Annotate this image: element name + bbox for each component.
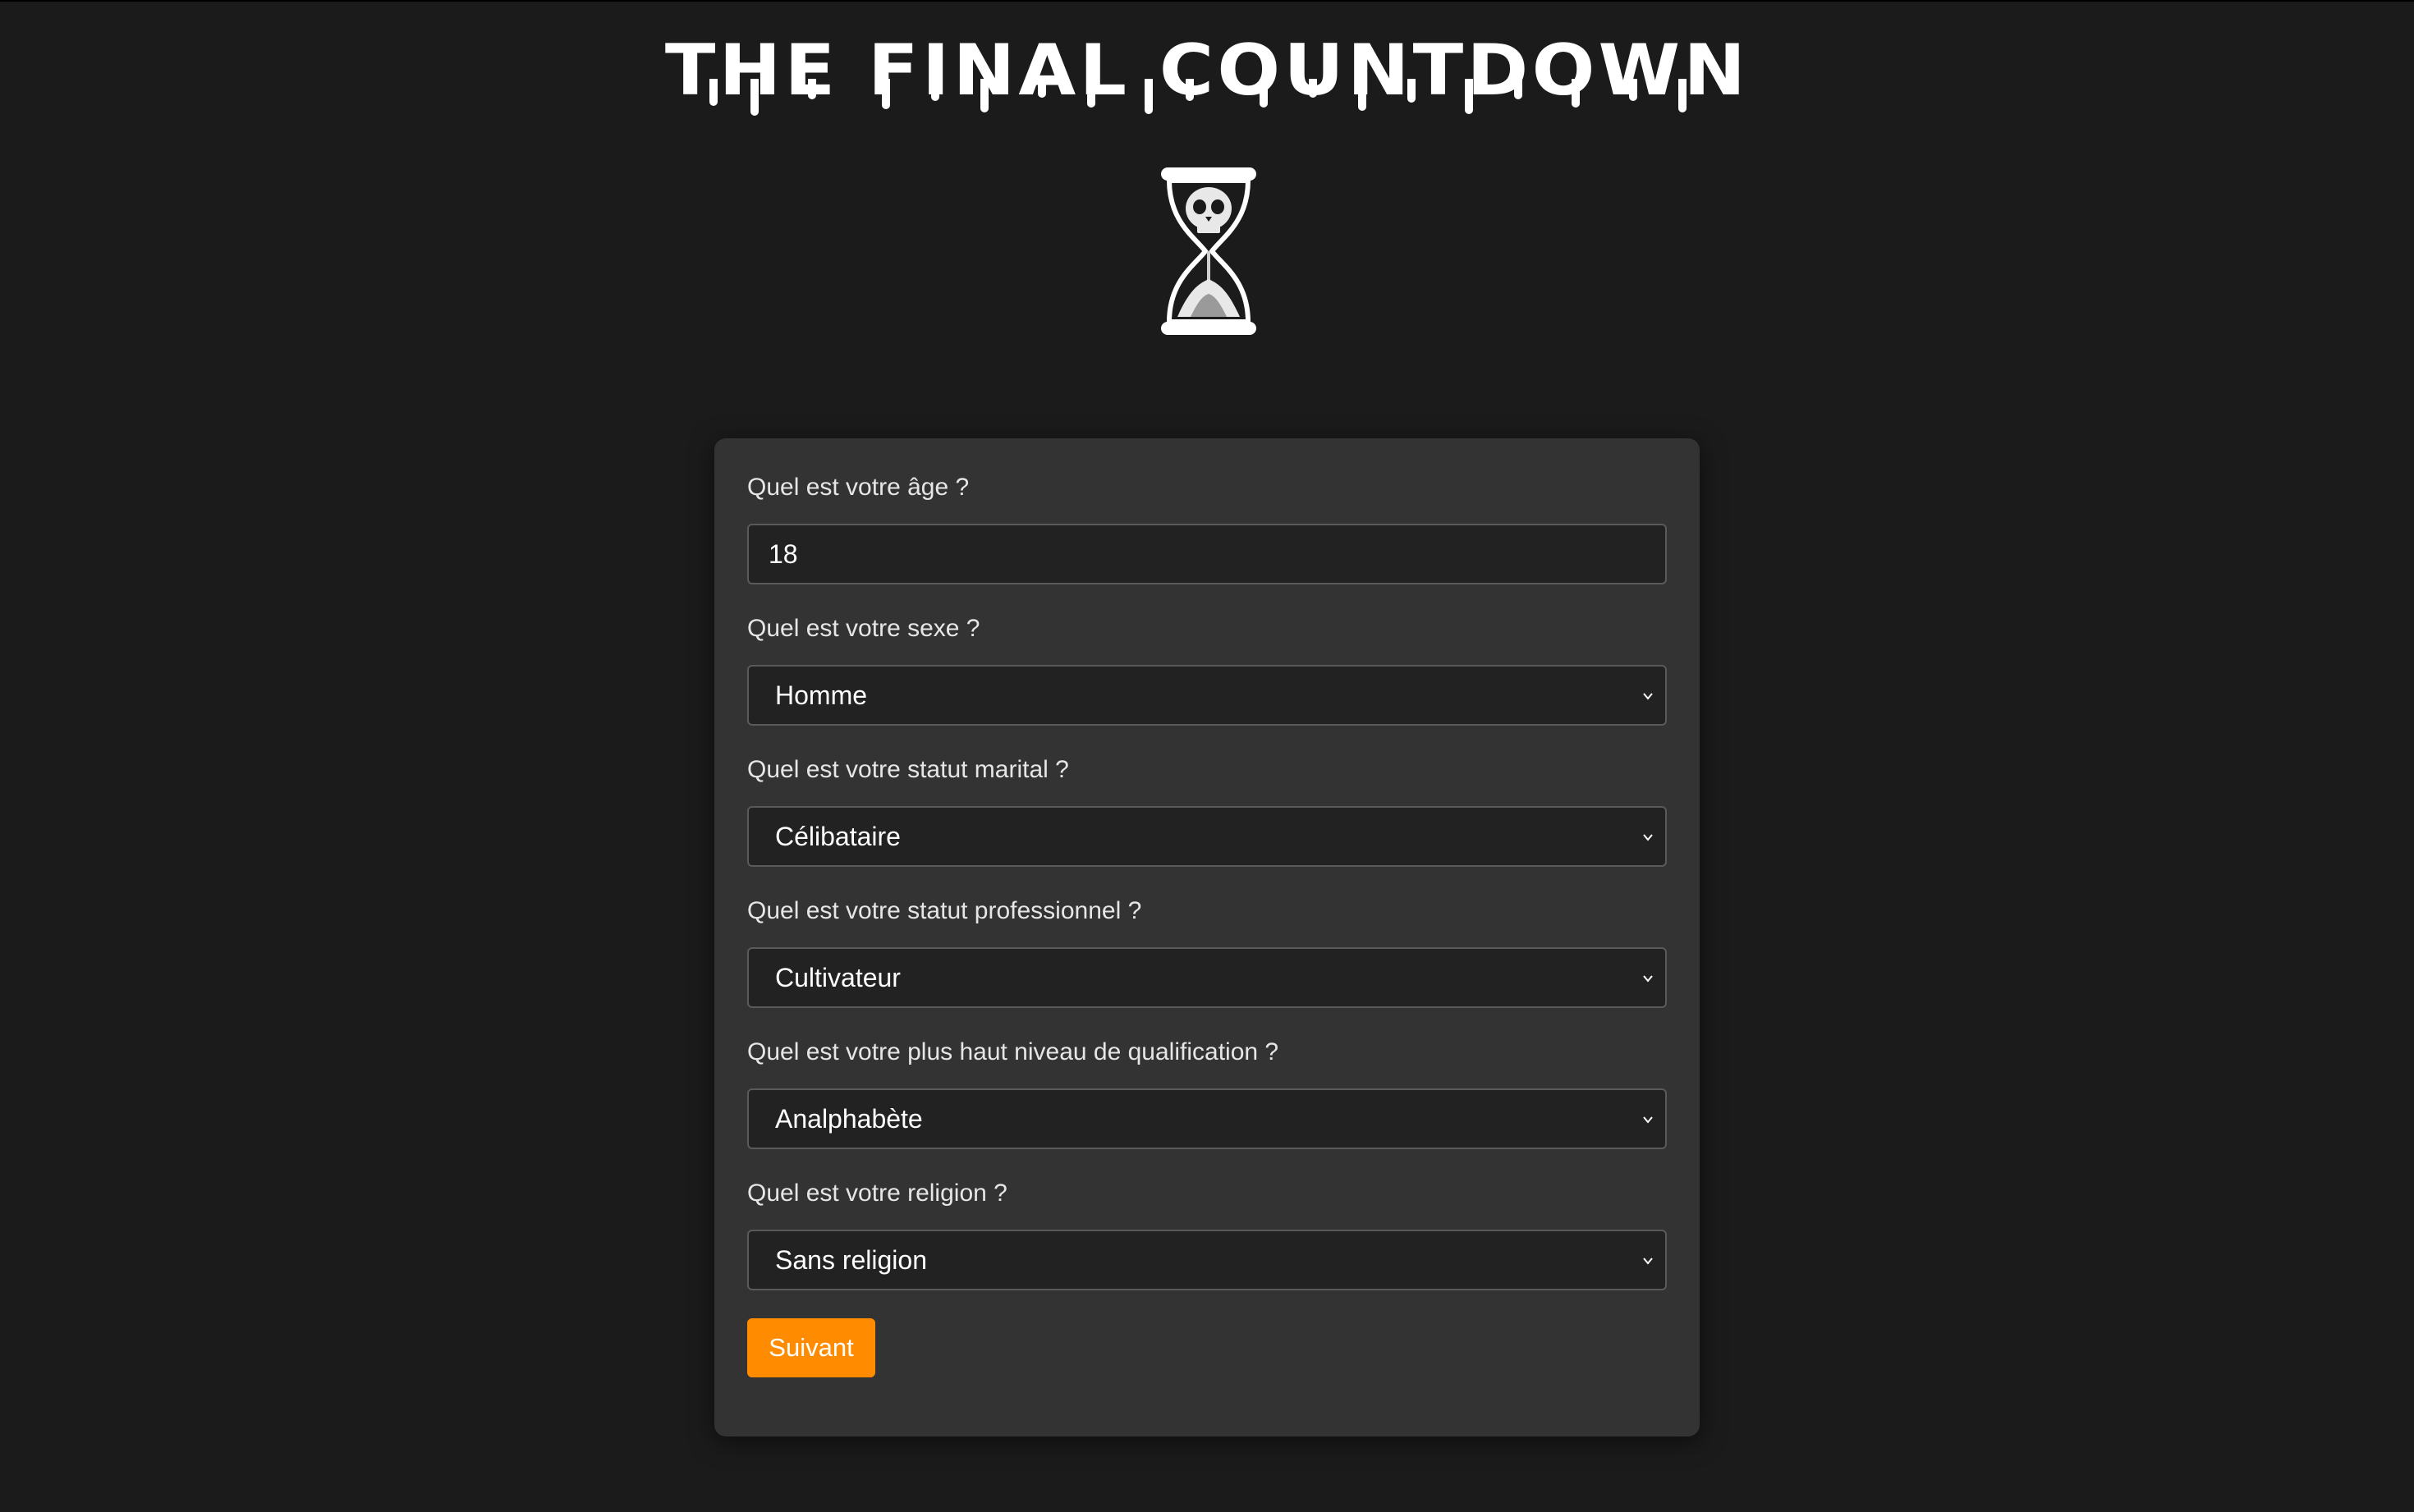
chevron-down-icon (1643, 834, 1653, 841)
qualification-select[interactable]: Analphabète (747, 1088, 1667, 1149)
window-top-border (0, 0, 2414, 2)
chevron-down-icon (1643, 975, 1653, 983)
hourglass-skull-icon (1161, 167, 1256, 335)
religion-select-value: Sans religion (775, 1244, 927, 1275)
qualification-label: Quel est votre plus haut niveau de quali… (747, 1038, 1279, 1065)
professional-status-select[interactable]: Cultivateur (747, 947, 1667, 1008)
religion-select[interactable]: Sans religion (747, 1230, 1667, 1290)
questionnaire-card: Quel est votre âge ? 18 Quel est votre s… (714, 438, 1700, 1436)
chevron-down-icon (1643, 1258, 1653, 1265)
chevron-down-icon (1643, 693, 1653, 700)
qualification-select-value: Analphabète (775, 1103, 923, 1134)
age-input-value: 18 (769, 538, 798, 569)
sex-select[interactable]: Homme (747, 665, 1667, 726)
marital-status-select[interactable]: Célibataire (747, 806, 1667, 867)
professional-status-label: Quel est votre statut professionnel ? (747, 897, 1142, 924)
age-input[interactable]: 18 (747, 524, 1667, 584)
sex-select-value: Homme (775, 680, 868, 710)
sex-label: Quel est votre sexe ? (747, 615, 980, 642)
chevron-down-icon (1643, 1116, 1653, 1124)
professional-status-select-value: Cultivateur (775, 962, 901, 992)
age-label: Quel est votre âge ? (747, 474, 970, 501)
religion-label: Quel est votre religion ? (747, 1180, 1007, 1207)
next-button[interactable]: Suivant (747, 1318, 875, 1377)
marital-status-label: Quel est votre statut marital ? (747, 756, 1069, 783)
marital-status-select-value: Célibataire (775, 821, 901, 851)
title-drip-decoration (709, 79, 1687, 116)
